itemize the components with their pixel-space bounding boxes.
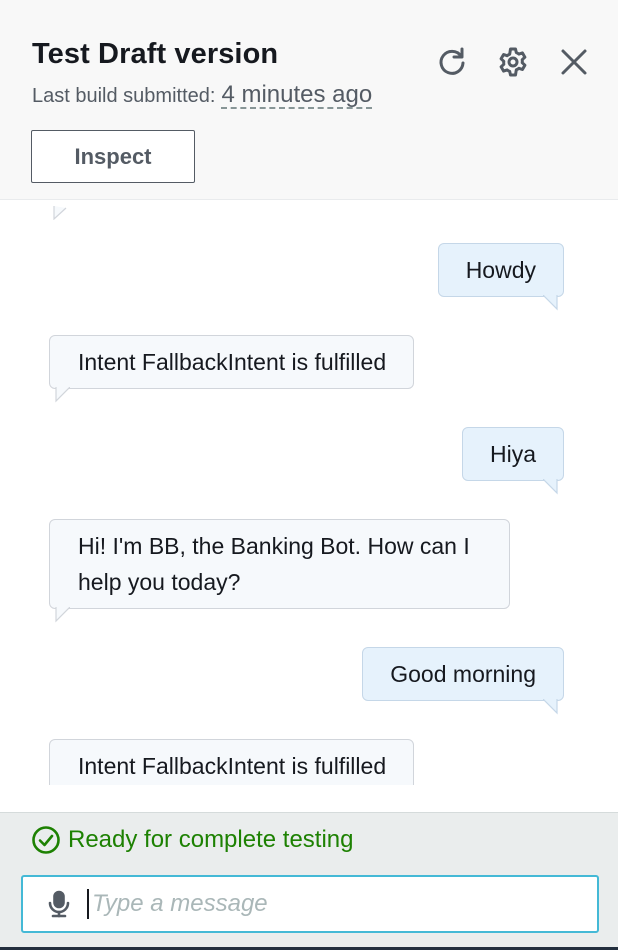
close-button[interactable] [556,44,592,80]
refresh-icon [439,47,465,75]
status-text: Ready for complete testing [68,826,354,853]
previous-bubble-tail [53,206,67,220]
close-icon [561,49,587,75]
check-circle-icon [32,826,60,854]
message-text: Hi! I'm BB, the Banking Bot. How can I h… [78,533,470,595]
build-status: Last build submitted: 4 minutes ago [32,82,373,110]
bubble-tail [543,295,558,311]
status-indicator: Ready for complete testing [31,825,353,855]
message-text: Intent FallbackIntent is fulfilled [78,349,387,375]
build-time-tooltip[interactable]: 4 minutes ago [221,82,373,110]
microphone-icon[interactable] [45,890,73,918]
message-input[interactable] [87,889,597,919]
bubble-tail [543,479,558,495]
message-text: Hiya [489,441,536,467]
refresh-button[interactable] [434,44,470,80]
message-text: Intent FallbackIntent is fulfilled [78,753,387,779]
bubble-tail [543,699,558,715]
message-text: Howdy [465,257,536,283]
inspect-button[interactable]: Inspect [31,130,195,183]
user-message: Hiya [461,427,564,495]
test-panel-footer: Ready for complete testing [0,812,618,950]
test-panel-header: Test Draft version Last build submitted:… [0,0,618,200]
user-message: Howdy [437,243,564,311]
gear-icon [499,47,527,77]
bot-message: Intent FallbackIntent is fulfilled [49,739,415,785]
bubble-tail [55,387,70,403]
user-message: Good morning [362,647,564,715]
bubble-tail [55,607,70,623]
settings-button[interactable] [495,44,531,80]
panel-title: Test Draft version [32,38,279,70]
conversation-log[interactable]: Howdy Intent FallbackIntent is fulfilled… [0,200,618,785]
bot-message: Intent FallbackIntent is fulfilled [49,335,415,403]
message-composer [21,875,599,933]
message-text: Good morning [390,661,536,687]
bot-message: Hi! I'm BB, the Banking Bot. How can I h… [49,519,510,623]
build-status-label: Last build submitted: [32,85,216,107]
